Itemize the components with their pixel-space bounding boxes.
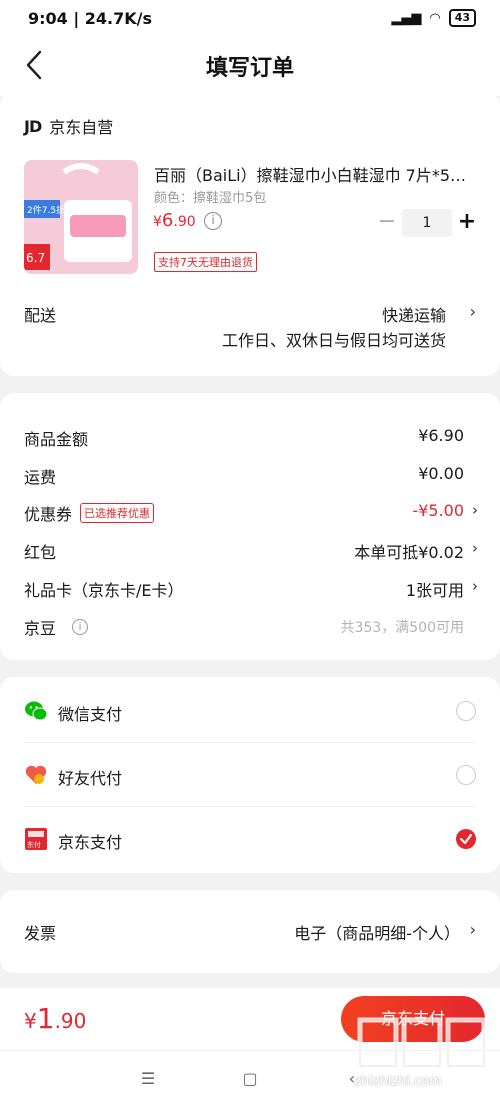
store-header: JD 京东自营 — [24, 114, 113, 138]
price-summary-card: 商品金额 ¥6.90 运费 ¥0.00 优惠券 已选推荐优惠 -¥5.00 › … — [0, 393, 500, 660]
watermark-text: zhizhizhi.com — [354, 1074, 442, 1089]
friend-pay-label: 好友代付 — [58, 769, 123, 788]
wechat-icon — [25, 701, 48, 721]
goods-amount-value: ¥6.90 — [418, 426, 464, 445]
chevron-right-icon[interactable]: › — [472, 501, 478, 519]
status-bar: 9:04 | 24.7K/s ▂▄▆ ◠ 43 — [0, 0, 500, 36]
decrease-button[interactable]: − — [374, 208, 400, 238]
jd-beans-label-group: 京豆 i — [24, 615, 89, 639]
chevron-right-icon[interactable]: › — [470, 920, 476, 939]
payment-option-wechat[interactable]: 微信支付 — [24, 679, 476, 743]
payment-methods-card: 微信支付 好友代付 东付 京东支付 — [0, 677, 500, 873]
coupon-value: -¥5.00 — [412, 501, 464, 520]
return-policy-badge: 支持7天无理由退货 — [154, 252, 257, 272]
chevron-right-icon[interactable]: › — [472, 539, 478, 557]
jd-beans-row: 京豆 i 共353，满500可用 — [24, 615, 476, 645]
check-icon — [459, 833, 473, 845]
product-image[interactable]: 2件7.5折 6.7 — [24, 160, 138, 274]
delivery-label: 配送 — [24, 306, 57, 325]
wifi-icon: ◠ — [429, 10, 441, 26]
product-name[interactable]: 百丽（BaiLi）擦鞋湿巾小白鞋湿巾 7片*5… — [154, 162, 474, 186]
payment-option-friend[interactable]: 好友代付 — [24, 743, 476, 807]
shipping-label: 运费 — [24, 468, 57, 487]
delivery-method[interactable]: 快递运输 — [382, 302, 446, 326]
coupon-label: 优惠券 — [24, 505, 73, 524]
red-packet-row[interactable]: 红包 本单可抵¥0.02 › — [24, 539, 478, 569]
total-price: ¥1.90 — [24, 1002, 87, 1035]
menu-icon[interactable]: ☰ — [136, 1069, 160, 1093]
invoice-card[interactable]: 发票 电子（商品明细-个人） › — [0, 890, 500, 973]
jd-pay-label: 京东支付 — [58, 833, 123, 852]
jdpay-radio-checked[interactable] — [456, 829, 476, 849]
chevron-right-icon[interactable]: › — [472, 577, 478, 595]
watermark-logo — [357, 1017, 487, 1069]
payment-option-jdpay[interactable]: 东付 京东支付 — [24, 807, 476, 871]
home-icon[interactable]: ▢ — [238, 1069, 262, 1093]
goods-amount-row: 商品金额 ¥6.90 — [24, 426, 476, 456]
order-item-card: JD 京东自营 2件7.5折 6.7 百丽（BaiLi）擦鞋湿巾小白鞋湿巾 7片… — [0, 92, 500, 376]
jd-logo-icon: JD — [24, 116, 42, 136]
svg-text:6.7: 6.7 — [26, 251, 45, 265]
watermark: zhizhizhi.com — [352, 1010, 492, 1100]
coupon-label-group: 优惠券 已选推荐优惠 — [24, 501, 155, 525]
status-icons: ▂▄▆ ◠ 43 — [391, 9, 476, 27]
goods-amount-label: 商品金额 — [24, 430, 89, 449]
product-spec: 颜色：擦鞋湿巾5包 — [154, 191, 267, 206]
quantity-value[interactable]: 1 — [402, 209, 452, 237]
gift-card-value: 1张可用 — [405, 581, 464, 600]
wechat-radio[interactable] — [456, 701, 476, 721]
chevron-right-icon[interactable]: › — [470, 302, 476, 321]
coupon-row[interactable]: 优惠券 已选推荐优惠 -¥5.00 › — [24, 501, 478, 531]
friend-radio[interactable] — [456, 765, 476, 785]
shipping-row: 运费 ¥0.00 — [24, 464, 476, 494]
quantity-stepper: − 1 + — [374, 208, 480, 238]
status-time: 9:04 | 24.7K/s — [28, 9, 153, 28]
gift-card-row[interactable]: 礼品卡（京东卡/E卡） 1张可用 › — [24, 577, 478, 607]
red-packet-label: 红包 — [24, 543, 57, 562]
page-title: 填写订单 — [205, 56, 294, 81]
invoice-value: 电子（商品明细-个人） — [294, 924, 460, 943]
jd-beans-label: 京豆 — [24, 619, 57, 638]
heart-coin-icon — [25, 765, 47, 784]
delivery-time[interactable]: 工作日、双休日与假日均可送货 — [222, 327, 446, 351]
coupon-tag: 已选推荐优惠 — [80, 503, 155, 523]
battery-icon: 43 — [448, 9, 476, 27]
page-header: 填写订单 — [0, 36, 500, 96]
gift-card-label: 礼品卡（京东卡/E卡） — [24, 581, 184, 600]
product-image-art: 2件7.5折 6.7 — [24, 160, 138, 274]
invoice-label: 发票 — [24, 924, 57, 943]
store-name: 京东自营 — [49, 118, 114, 137]
red-packet-value: 本单可抵¥0.02 — [354, 543, 464, 562]
jd-pay-icon: 东付 — [25, 828, 47, 850]
jd-beans-value: 共353，满500可用 — [340, 620, 464, 636]
shipping-value: ¥0.00 — [418, 464, 464, 483]
increase-button[interactable]: + — [454, 208, 480, 238]
info-icon[interactable]: i — [72, 619, 89, 635]
signal-icon: ▂▄▆ — [391, 10, 422, 26]
info-icon[interactable]: i — [204, 212, 222, 230]
svg-text:2件7.5折: 2件7.5折 — [27, 204, 65, 216]
wechat-pay-label: 微信支付 — [58, 705, 123, 724]
product-price: ¥6.90 — [153, 210, 196, 231]
svg-text:东付: 东付 — [27, 840, 41, 849]
